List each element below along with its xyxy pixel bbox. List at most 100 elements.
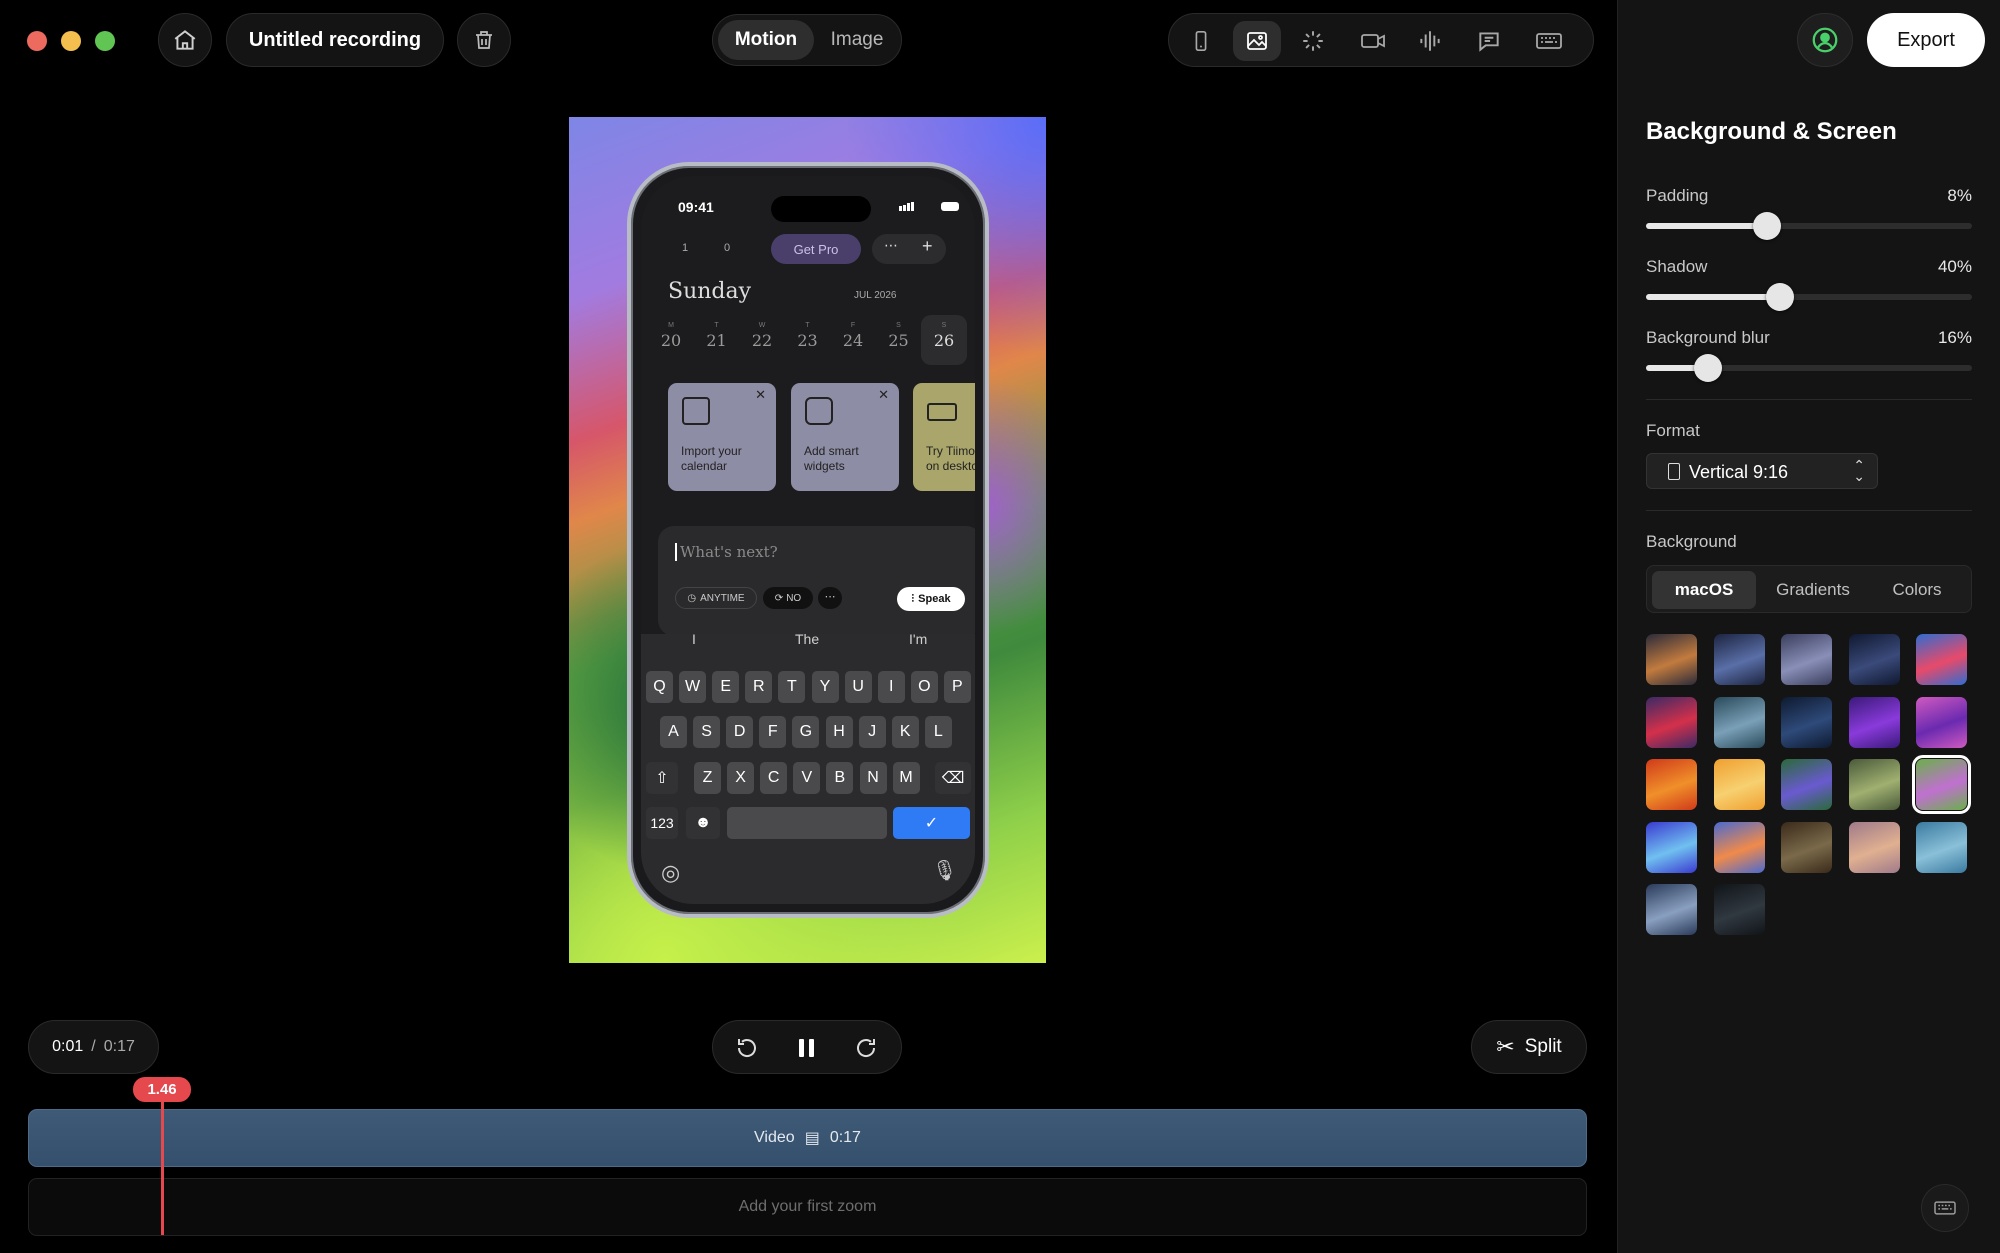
key-c[interactable]: C [760, 762, 788, 794]
key-r[interactable]: R [745, 671, 773, 703]
anytime-chip[interactable]: ◷ ANYTIME [675, 587, 757, 609]
key-s[interactable]: S [693, 716, 721, 748]
playhead[interactable] [160, 1097, 164, 1235]
wallpaper-thumbnail[interactable] [1781, 759, 1832, 810]
split-button[interactable]: ✂ Split [1471, 1020, 1587, 1074]
wallpaper-thumbnail[interactable] [1781, 634, 1832, 685]
tab-colors[interactable]: Colors [1865, 571, 1969, 609]
wallpaper-thumbnail[interactable] [1713, 884, 1765, 935]
close-icon[interactable]: ✕ [755, 387, 766, 403]
wallpaper-thumbnail[interactable] [1916, 821, 1967, 873]
suggestion-1[interactable]: I [692, 631, 696, 647]
repeat-chip[interactable]: ⟳ NO [763, 587, 813, 609]
wallpaper-thumbnail[interactable] [1646, 821, 1697, 873]
wallpaper-thumbnail[interactable] [1713, 634, 1765, 685]
wallpaper-thumbnail[interactable] [1916, 696, 1967, 748]
delete-button[interactable] [457, 13, 511, 67]
key-i[interactable]: I [877, 671, 905, 703]
effects-tool-button[interactable] [1293, 21, 1333, 61]
wallpaper-thumbnail[interactable] [1713, 696, 1765, 748]
speak-button[interactable]: ⫶ Speak [897, 587, 965, 611]
device-tool-button[interactable] [1181, 21, 1221, 61]
key-z[interactable]: Z [694, 762, 721, 794]
playhead-time-badge[interactable]: 1.46 [133, 1077, 192, 1102]
key-n[interactable]: N [859, 762, 887, 794]
wallpaper-thumbnail[interactable] [1713, 759, 1765, 810]
wallpaper-thumbnail[interactable] [1848, 634, 1900, 685]
key-o[interactable]: O [910, 671, 938, 703]
pause-button[interactable] [787, 1028, 827, 1068]
wallpaper-thumbnail[interactable] [1912, 755, 1971, 814]
key-a[interactable]: A [660, 716, 687, 748]
key-b[interactable]: B [826, 762, 854, 794]
wallpaper-thumbnail[interactable] [1916, 634, 1967, 685]
slider-knob[interactable] [1765, 283, 1794, 311]
zoom-track[interactable]: Add your first zoom [28, 1178, 1587, 1236]
key-m[interactable]: M [892, 762, 920, 794]
key-l[interactable]: L [924, 716, 952, 748]
key-d[interactable]: D [726, 716, 754, 748]
tab-gradients[interactable]: Gradients [1761, 571, 1865, 609]
calendar-day[interactable]: 23 [793, 331, 823, 350]
slider-track[interactable] [1646, 354, 1972, 382]
suggestion-3[interactable]: I'm [909, 631, 927, 647]
key-y[interactable]: Y [811, 671, 839, 703]
video-track[interactable]: Video ▤ 0:17 [28, 1109, 1587, 1167]
more-button[interactable]: ⋯ + [872, 234, 946, 264]
key-v[interactable]: V [793, 762, 821, 794]
more-options-chip[interactable]: ⋯ [818, 587, 842, 609]
slider-track[interactable] [1646, 212, 1972, 240]
minimize-window-button[interactable] [61, 31, 81, 51]
get-pro-button[interactable]: Get Pro [771, 234, 861, 264]
card-smart-widgets[interactable]: ✕ Add smart widgets [791, 383, 899, 491]
keyboard-tool-button[interactable] [1527, 21, 1571, 61]
key-h[interactable]: H [825, 716, 853, 748]
wallpaper-thumbnail[interactable] [1848, 696, 1900, 748]
done-key[interactable]: ✓ [893, 807, 970, 839]
calendar-day[interactable]: 21 [702, 331, 732, 350]
wallpaper-thumbnail[interactable] [1646, 696, 1697, 748]
emoji-key[interactable]: ☻ [686, 807, 720, 839]
mode-motion-tab[interactable]: Motion [718, 20, 814, 60]
key-t[interactable]: T [778, 671, 806, 703]
backspace-key[interactable]: ⌫ [935, 762, 971, 794]
mode-image-tab[interactable]: Image [816, 20, 898, 60]
close-window-button[interactable] [27, 31, 47, 51]
globe-icon[interactable]: ◎ [661, 860, 680, 886]
export-button[interactable]: Export [1867, 13, 1985, 67]
wallpaper-thumbnail[interactable] [1848, 821, 1900, 873]
wallpaper-thumbnail[interactable] [1848, 759, 1900, 810]
task-input[interactable]: What's next? [675, 543, 778, 561]
close-icon[interactable]: ✕ [878, 387, 889, 403]
recording-title-button[interactable]: Untitled recording [226, 13, 444, 67]
calendar-day[interactable]: 26 [929, 331, 959, 350]
suggestion-2[interactable]: The [795, 631, 819, 647]
key-x[interactable]: X [727, 762, 755, 794]
slider-knob[interactable] [1693, 354, 1722, 382]
rewind-button[interactable] [727, 1028, 767, 1068]
wallpaper-thumbnail[interactable] [1713, 821, 1765, 873]
microphone-icon[interactable]: 🎙 [932, 858, 957, 883]
key-j[interactable]: J [858, 716, 886, 748]
slider-track[interactable] [1646, 283, 1972, 311]
numbers-key[interactable]: 123 [646, 807, 678, 839]
calendar-day[interactable]: 22 [747, 331, 777, 350]
key-g[interactable]: G [792, 716, 820, 748]
slider-knob[interactable] [1752, 212, 1781, 240]
wallpaper-thumbnail[interactable] [1781, 696, 1832, 748]
calendar-day[interactable]: 25 [884, 331, 914, 350]
key-q[interactable]: Q [646, 671, 673, 703]
format-select[interactable]: Vertical 9:16 ⌃ ⌄ [1646, 453, 1878, 489]
key-e[interactable]: E [712, 671, 740, 703]
space-key[interactable] [727, 807, 887, 839]
calendar-day[interactable]: 24 [838, 331, 868, 350]
collaborate-button[interactable] [1797, 13, 1853, 67]
camera-tool-button[interactable] [1351, 21, 1395, 61]
key-p[interactable]: P [943, 671, 971, 703]
card-import-calendar[interactable]: ✕ Import your calendar [668, 383, 776, 491]
zoom-window-button[interactable] [95, 31, 115, 51]
key-f[interactable]: F [759, 716, 787, 748]
wallpaper-thumbnail[interactable] [1781, 821, 1832, 873]
background-tool-button[interactable] [1233, 21, 1281, 61]
shift-key[interactable]: ⇧ [646, 762, 678, 794]
